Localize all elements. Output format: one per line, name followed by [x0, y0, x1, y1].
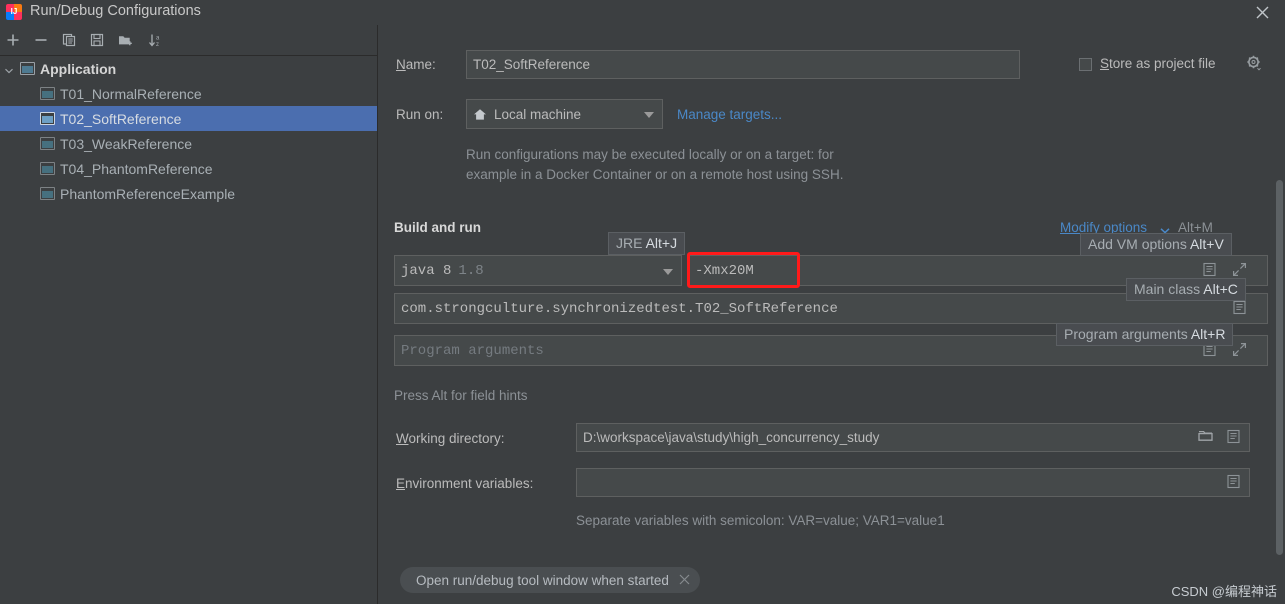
- vertical-scrollbar-thumb[interactable]: [1276, 180, 1283, 555]
- gear-icon[interactable]: [1246, 55, 1262, 71]
- tree-group-application[interactable]: Application: [0, 56, 377, 81]
- open-tool-window-chip[interactable]: Open run/debug tool window when started: [400, 567, 700, 593]
- name-input-value: T02_SoftReference: [473, 57, 591, 72]
- main-class-value: com.strongculture.synchronizedtest.T02_S…: [401, 300, 838, 317]
- jre-value-primary: java 8: [401, 262, 452, 279]
- manage-targets-link[interactable]: Manage targets...: [677, 107, 782, 122]
- configurations-toolbar: a z: [0, 25, 377, 56]
- folder-browse-icon[interactable]: [1198, 429, 1214, 445]
- environment-variables-list-icon[interactable]: [1226, 474, 1242, 490]
- sort-configurations-button[interactable]: a z: [145, 29, 167, 51]
- svg-text:a: a: [156, 36, 160, 42]
- configuration-icon: [40, 187, 55, 200]
- tree-item-label: PhantomReferenceExample: [60, 185, 236, 202]
- main-class-browse-icon[interactable]: [1232, 300, 1248, 316]
- chevron-down-icon[interactable]: [4, 64, 14, 74]
- hint-jre-text: JRE: [616, 235, 646, 251]
- jre-dropdown[interactable]: java 8 1.8: [394, 255, 682, 286]
- hint-jre: JRE Alt+J: [608, 232, 686, 255]
- jre-value-secondary: 1.8: [458, 262, 484, 279]
- svg-text:z: z: [156, 42, 159, 47]
- expand-fullscreen-icon[interactable]: [1232, 262, 1248, 278]
- name-label: Name:: [396, 57, 436, 72]
- environment-variables-label-text: nvironment variables:: [405, 476, 534, 491]
- copy-configuration-button[interactable]: [58, 29, 80, 51]
- home-icon: [473, 108, 487, 121]
- application-icon: [20, 62, 35, 75]
- working-directory-label: Working directory:: [396, 431, 505, 446]
- configurations-tree[interactable]: Application T01_NormalReference T02_Soft…: [0, 56, 377, 604]
- vertical-scrollbar[interactable]: [1274, 25, 1285, 604]
- close-icon[interactable]: [1239, 0, 1285, 25]
- working-directory-field[interactable]: D:\workspace\java\study\high_concurrency…: [576, 423, 1250, 452]
- run-on-label: Run on:: [396, 107, 444, 122]
- store-as-project-file-label-text: tore as project file: [1109, 56, 1216, 71]
- run-on-value: Local machine: [494, 106, 582, 122]
- window-title: Run/Debug Configurations: [30, 3, 201, 19]
- hint-vm-options-shortcut: Alt+V: [1189, 236, 1224, 252]
- tree-item-t03-weakreference[interactable]: T03_WeakReference: [0, 131, 377, 156]
- chevron-down-icon[interactable]: [663, 268, 673, 275]
- run-on-description: Run configurations may be executed local…: [466, 147, 844, 182]
- configuration-icon: [40, 87, 55, 100]
- name-input[interactable]: T02_SoftReference: [466, 50, 1020, 79]
- hint-program-arguments-text: Program arguments: [1064, 326, 1191, 342]
- working-directory-list-icon[interactable]: [1226, 429, 1242, 445]
- tree-item-label: T03_WeakReference: [60, 135, 193, 152]
- hint-vm-options-text: Add VM options: [1088, 236, 1190, 252]
- hint-program-arguments-shortcut: Alt+R: [1190, 326, 1226, 342]
- tree-item-t04-phantomreference[interactable]: T04_PhantomReference: [0, 156, 377, 181]
- program-arguments-placeholder: Program arguments: [401, 342, 544, 359]
- store-as-project-file-checkbox[interactable]: [1079, 58, 1092, 71]
- tree-item-t01-normalreference[interactable]: T01_NormalReference: [0, 81, 377, 106]
- configurations-sidebar: a z Application T01_NormalReference T02_…: [0, 25, 378, 604]
- close-icon[interactable]: [679, 573, 690, 588]
- vm-options-value: -Xmx20M: [695, 262, 754, 279]
- intellij-idea-icon: IJ: [6, 4, 22, 20]
- store-as-project-file-label: Store as project file: [1100, 56, 1216, 71]
- tree-item-label: T04_PhantomReference: [60, 160, 213, 177]
- watermark: CSDN @编程神话: [1171, 584, 1277, 599]
- hint-program-arguments: Program arguments Alt+R: [1056, 323, 1234, 346]
- save-configuration-button[interactable]: [86, 29, 108, 51]
- hint-vm-options: Add VM options Alt+V: [1080, 233, 1232, 256]
- hint-main-class: Main class Alt+C: [1126, 278, 1246, 301]
- field-hints-note: Press Alt for field hints: [394, 388, 528, 403]
- tree-item-phantomreferenceexample[interactable]: PhantomReferenceExample: [0, 181, 377, 206]
- tree-item-label: T01_NormalReference: [60, 85, 202, 102]
- remove-configuration-button[interactable]: [30, 29, 52, 51]
- open-tool-window-chip-label: Open run/debug tool window when started: [416, 572, 669, 588]
- expand-fullscreen-icon[interactable]: [1232, 342, 1248, 358]
- configuration-icon: [40, 162, 55, 175]
- tree-group-label: Application: [40, 60, 117, 77]
- working-directory-label-text: orking directory:: [408, 431, 505, 446]
- build-and-run-title: Build and run: [394, 220, 481, 235]
- run-on-dropdown[interactable]: Local machine: [466, 99, 663, 129]
- hint-jre-shortcut: Alt+J: [645, 235, 678, 251]
- add-configuration-button[interactable]: [2, 29, 24, 51]
- configuration-icon: [40, 112, 55, 125]
- environment-variables-field[interactable]: [576, 468, 1250, 497]
- expand-list-icon[interactable]: [1202, 262, 1218, 278]
- environment-variables-note: Separate variables with semicolon: VAR=v…: [576, 513, 945, 528]
- environment-variables-label: Environment variables:: [396, 476, 534, 491]
- name-label-text: ame:: [405, 57, 436, 72]
- tree-item-t02-softreference[interactable]: T02_SoftReference: [0, 106, 377, 131]
- configuration-icon: [40, 137, 55, 150]
- configuration-editor: Name: T02_SoftReference Store as project…: [378, 25, 1285, 604]
- working-directory-value: D:\workspace\java\study\high_concurrency…: [583, 430, 880, 445]
- hint-main-class-shortcut: Alt+C: [1203, 281, 1238, 297]
- tree-item-label: T02_SoftReference: [60, 110, 182, 127]
- window-titlebar: IJ Run/Debug Configurations: [0, 0, 1285, 26]
- chevron-down-icon[interactable]: [644, 112, 654, 118]
- new-folder-button[interactable]: [114, 29, 136, 51]
- hint-main-class-text: Main class: [1134, 281, 1204, 297]
